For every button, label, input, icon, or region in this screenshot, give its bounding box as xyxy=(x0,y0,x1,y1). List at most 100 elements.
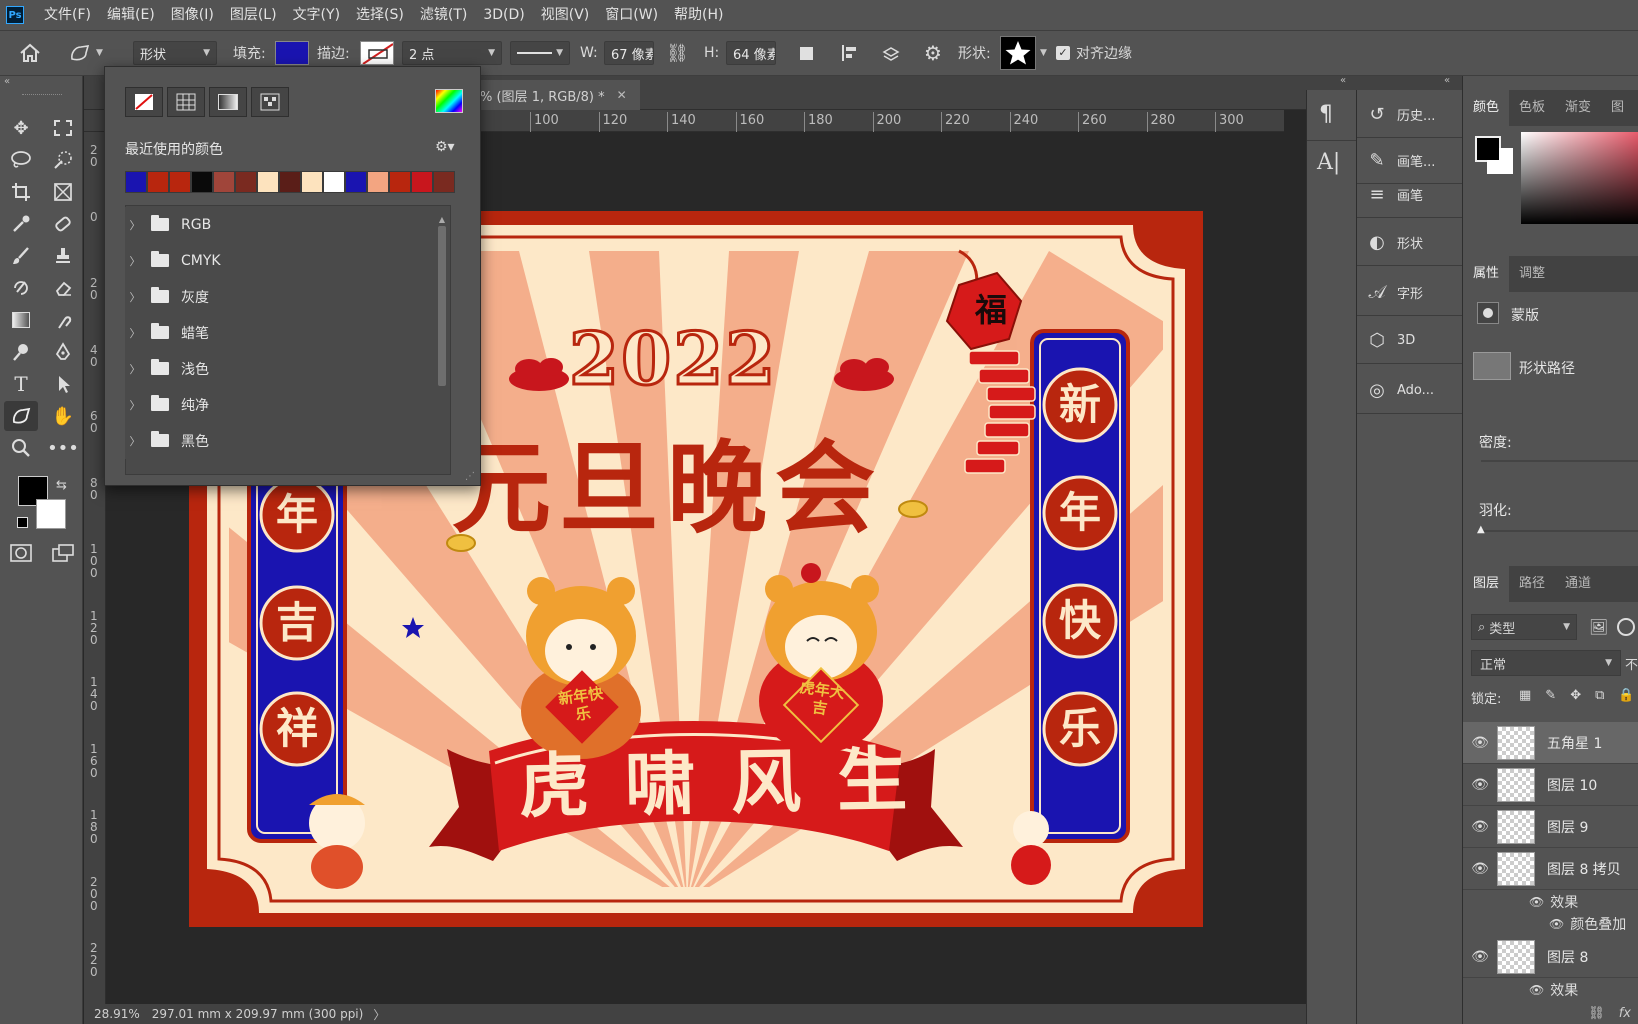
eraser-tool-icon[interactable] xyxy=(46,273,80,303)
gear-icon[interactable]: ⚙▾ xyxy=(435,139,455,155)
menu-item[interactable]: 图像(I) xyxy=(163,0,222,30)
clone-stamp-tool-icon[interactable] xyxy=(46,241,80,271)
visibility-eye-icon[interactable]: 👁 xyxy=(1463,819,1497,835)
paragraph-icon[interactable]: ¶ xyxy=(1319,102,1333,127)
recent-color-swatch[interactable] xyxy=(323,171,345,193)
swap-colors-icon[interactable]: ⇆ xyxy=(56,478,67,493)
panel-shortcut[interactable]: ≡ 画笔 xyxy=(1357,172,1463,218)
dodge-tool-icon[interactable] xyxy=(4,337,38,367)
path-selection-tool-icon[interactable] xyxy=(46,369,80,399)
resize-handle-icon[interactable]: ⋰ xyxy=(465,471,475,482)
document-tab[interactable]: % (图层 1, RGB/8) * ✕ xyxy=(470,80,640,110)
feather-slider-handle[interactable]: ▲ xyxy=(1477,524,1485,535)
tool-preset-picker[interactable]: ▼ xyxy=(68,31,103,75)
link-icon[interactable]: ⛓ xyxy=(666,31,689,75)
menu-item[interactable]: 编辑(E) xyxy=(99,0,163,30)
gradient-tool-icon[interactable] xyxy=(4,305,38,335)
shape-picker[interactable] xyxy=(1000,36,1036,70)
chevron-right-icon[interactable]: 〉 xyxy=(125,397,145,413)
recent-color-swatch[interactable] xyxy=(345,171,367,193)
lasso-tool-icon[interactable] xyxy=(4,145,38,175)
layer-row[interactable]: 👁 图层 8 拷贝 xyxy=(1463,848,1638,890)
layer-row[interactable]: 👁 图层 9 xyxy=(1463,806,1638,848)
healing-brush-tool-icon[interactable] xyxy=(46,209,80,239)
quick-selection-tool-icon[interactable] xyxy=(46,145,80,175)
type-tool-icon[interactable]: T xyxy=(4,369,38,399)
height-input[interactable]: 64 像素 xyxy=(726,41,776,65)
screen-mode-icon[interactable] xyxy=(46,538,80,568)
zoom-tool-icon[interactable] xyxy=(4,433,38,463)
menu-item[interactable]: 图层(L) xyxy=(222,0,285,30)
panel-tab[interactable]: 渐变 xyxy=(1555,90,1601,126)
chevron-right-icon[interactable]: 〉 xyxy=(373,1006,385,1023)
panel-tab[interactable]: 属性 xyxy=(1463,256,1510,292)
stroke-type-select[interactable]: ▼ xyxy=(510,41,570,65)
density-slider[interactable] xyxy=(1481,460,1638,462)
color-picker-button[interactable] xyxy=(435,89,463,113)
panel-shortcut[interactable]: ⬡ 3D xyxy=(1357,318,1463,364)
visibility-eye-icon[interactable]: 👁 xyxy=(1529,895,1544,909)
hand-tool-icon[interactable]: ✋ xyxy=(46,401,80,431)
collapse-toolbar-icon[interactable]: « xyxy=(4,76,10,87)
fill-color-swatch[interactable] xyxy=(275,41,309,65)
panel-tab[interactable]: 色板 xyxy=(1509,90,1555,126)
swatch-folder-row[interactable]: 〉 灰度 xyxy=(125,279,415,315)
more-tools-icon[interactable]: ••• xyxy=(46,433,80,463)
visibility-eye-icon[interactable]: 👁 xyxy=(1463,777,1497,793)
layer-filter-select[interactable]: ⌕ 类型 ▼ xyxy=(1471,614,1577,640)
background-color-swatch[interactable] xyxy=(36,499,66,529)
recent-color-swatch[interactable] xyxy=(213,171,235,193)
panel-shortcut[interactable]: 𝒜 字形 xyxy=(1357,270,1463,316)
lock-transparent-icon[interactable]: ▦ xyxy=(1519,688,1531,703)
character-icon[interactable]: A| xyxy=(1317,150,1340,175)
recent-color-swatch[interactable] xyxy=(191,171,213,193)
color-overlay-row[interactable]: 👁 颜色叠加 xyxy=(1549,914,1626,934)
visibility-eye-icon[interactable]: 👁 xyxy=(1463,861,1497,877)
default-colors-icon[interactable] xyxy=(17,517,28,528)
recent-color-swatch[interactable] xyxy=(147,171,169,193)
recent-color-swatch[interactable] xyxy=(125,171,147,193)
collapse-panel-icon[interactable]: « xyxy=(1444,75,1450,86)
marquee-tool-icon[interactable] xyxy=(46,113,80,143)
path-arrangement-icon[interactable] xyxy=(880,31,902,75)
lock-image-icon[interactable]: ✎ xyxy=(1545,688,1556,703)
recent-color-swatch[interactable] xyxy=(279,171,301,193)
pen-tool-icon[interactable] xyxy=(46,337,80,367)
align-edges-checkbox[interactable]: ✓ xyxy=(1056,46,1070,60)
panel-tab[interactable]: 通道 xyxy=(1555,566,1601,602)
recent-color-swatch[interactable] xyxy=(169,171,191,193)
visibility-eye-icon[interactable]: 👁 xyxy=(1529,983,1544,997)
panel-tab[interactable]: 调整 xyxy=(1509,256,1555,292)
menu-item[interactable]: 窗口(W) xyxy=(597,0,666,30)
chevron-right-icon[interactable]: 〉 xyxy=(125,253,145,269)
history-brush-tool-icon[interactable] xyxy=(4,273,38,303)
panel-tab[interactable]: 颜色 xyxy=(1463,90,1510,126)
close-icon[interactable]: ✕ xyxy=(617,88,627,102)
eyedropper-tool-icon[interactable] xyxy=(4,209,38,239)
adjustment-filter-icon[interactable] xyxy=(1617,618,1635,636)
stroke-width-input[interactable]: 2 点 ▼ xyxy=(402,41,502,65)
effects-row[interactable]: 👁 效果 xyxy=(1529,980,1578,1000)
menu-item[interactable]: 帮助(H) xyxy=(666,0,731,30)
path-operations-icon[interactable] xyxy=(800,31,813,75)
panel-tab[interactable]: 图 xyxy=(1601,90,1634,126)
panel-shortcut[interactable]: ↺ 历史... xyxy=(1357,92,1463,138)
move-tool-icon[interactable]: ✥ xyxy=(4,113,38,143)
folder-scrollbar[interactable]: ▲ xyxy=(437,215,447,455)
recent-color-swatch[interactable] xyxy=(235,171,257,193)
path-alignment-icon[interactable] xyxy=(840,31,860,75)
panel-shortcut[interactable]: ◐ 形状 xyxy=(1357,220,1463,266)
recent-color-swatch[interactable] xyxy=(389,171,411,193)
quick-mask-icon[interactable] xyxy=(4,538,38,568)
swatch-folder-row[interactable]: 〉 黑色 xyxy=(125,423,415,459)
mode-select[interactable]: 形状 ▼ xyxy=(133,41,217,65)
color-field[interactable] xyxy=(1521,132,1638,224)
frame-tool-icon[interactable] xyxy=(46,177,80,207)
pattern-button[interactable] xyxy=(251,87,289,117)
feather-slider[interactable] xyxy=(1481,530,1638,532)
recent-color-swatch[interactable] xyxy=(411,171,433,193)
link-layers-icon[interactable]: ⛓ xyxy=(1588,1006,1605,1021)
recent-color-swatch[interactable] xyxy=(367,171,389,193)
menu-item[interactable]: 滤镜(T) xyxy=(412,0,475,30)
menu-item[interactable]: 文件(F) xyxy=(36,0,99,30)
